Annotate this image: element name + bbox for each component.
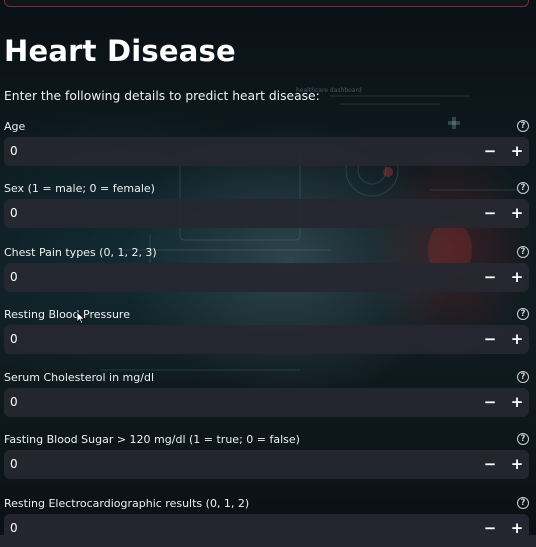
fasting-blood-sugar-input[interactable]: 0 − + xyxy=(4,450,529,479)
input-value[interactable]: 0 xyxy=(10,199,18,228)
input-value[interactable]: 0 xyxy=(10,263,18,292)
help-icon[interactable]: ? xyxy=(517,246,529,258)
field-fasting-blood-sugar: Fasting Blood Sugar > 120 mg/dl (1 = tru… xyxy=(4,433,529,489)
input-value[interactable]: 0 xyxy=(10,325,18,354)
app-root: healthcare dashboard Heart Disease Enter… xyxy=(0,0,536,547)
field-sex: Sex (1 = male; 0 = female) ? 0 − + xyxy=(4,182,529,238)
increment-button[interactable]: + xyxy=(505,325,529,354)
decrement-button[interactable]: − xyxy=(478,388,502,417)
page-title: Heart Disease xyxy=(4,34,236,68)
increment-button[interactable]: + xyxy=(505,263,529,292)
help-icon[interactable]: ? xyxy=(517,182,529,194)
field-label: Chest Pain types (0, 1, 2, 3) xyxy=(4,246,157,259)
bottom-edge xyxy=(0,535,536,547)
previous-element-edge xyxy=(4,0,529,7)
field-serum-cholesterol: Serum Cholesterol in mg/dl ? 0 − + xyxy=(4,371,529,427)
field-label: Resting Electrocardiographic results (0,… xyxy=(4,497,250,510)
field-label: Sex (1 = male; 0 = female) xyxy=(4,182,155,195)
decrement-button[interactable]: − xyxy=(478,137,502,166)
field-label: Serum Cholesterol in mg/dl xyxy=(4,371,155,384)
increment-button[interactable]: + xyxy=(505,388,529,417)
field-chest-pain: Chest Pain types (0, 1, 2, 3) ? 0 − + xyxy=(4,246,529,302)
field-age: Age ? 0 − + xyxy=(4,120,529,176)
increment-button[interactable]: + xyxy=(505,450,529,479)
sex-input[interactable]: 0 − + xyxy=(4,199,529,228)
help-icon[interactable]: ? xyxy=(517,497,529,509)
page-subtitle: Enter the following details to predict h… xyxy=(4,89,320,103)
increment-button[interactable]: + xyxy=(505,137,529,166)
field-label: Age xyxy=(4,120,26,133)
input-value[interactable]: 0 xyxy=(10,450,18,479)
increment-button[interactable]: + xyxy=(505,199,529,228)
decrement-button[interactable]: − xyxy=(478,325,502,354)
decrement-button[interactable]: − xyxy=(478,263,502,292)
serum-cholesterol-input[interactable]: 0 − + xyxy=(4,388,529,417)
age-input[interactable]: 0 − + xyxy=(4,137,529,166)
help-icon[interactable]: ? xyxy=(517,120,529,132)
field-label: Fasting Blood Sugar > 120 mg/dl (1 = tru… xyxy=(4,433,300,446)
decrement-button[interactable]: − xyxy=(478,199,502,228)
mouse-cursor-icon xyxy=(76,311,86,325)
help-icon[interactable]: ? xyxy=(517,433,529,445)
input-value[interactable]: 0 xyxy=(10,388,18,417)
help-icon[interactable]: ? xyxy=(517,308,529,320)
input-value[interactable]: 0 xyxy=(10,137,18,166)
chest-pain-input[interactable]: 0 − + xyxy=(4,263,529,292)
resting-blood-pressure-input[interactable]: 0 − + xyxy=(4,325,529,354)
field-label: Resting Blood Pressure xyxy=(4,308,130,321)
decrement-button[interactable]: − xyxy=(478,450,502,479)
help-icon[interactable]: ? xyxy=(517,371,529,383)
